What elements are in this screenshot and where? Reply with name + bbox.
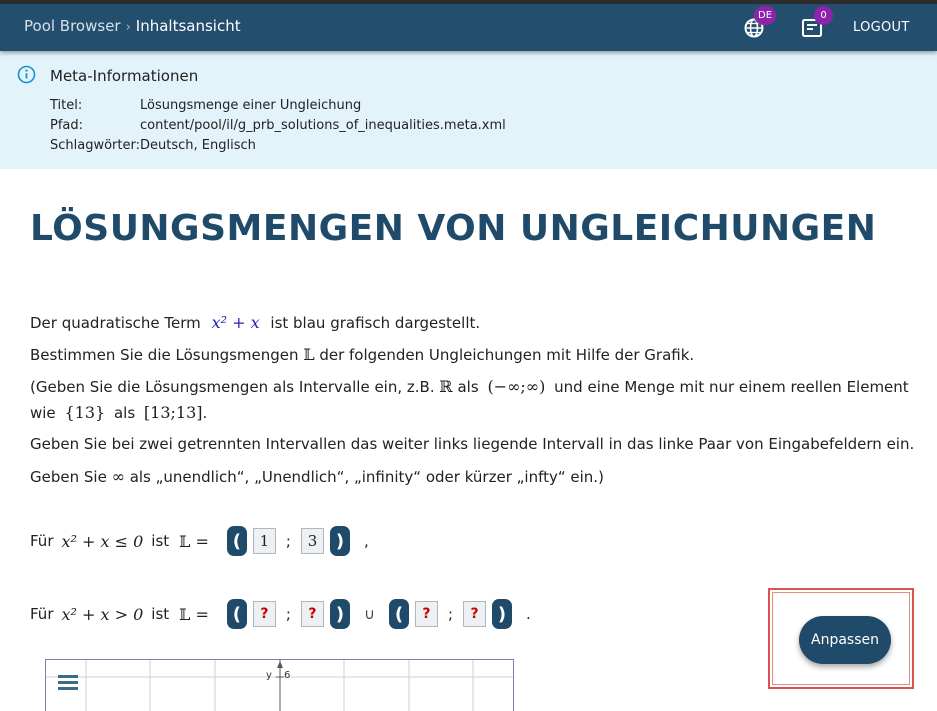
interval2-upper-input[interactable]: ?	[463, 601, 487, 627]
math-interval: (−∞;∞)	[487, 377, 546, 396]
text: ist	[151, 532, 170, 550]
text: .	[202, 404, 208, 422]
interval1-upper-input[interactable]: ?	[300, 601, 324, 627]
math-int13: [13;13]	[143, 403, 203, 422]
math-inequality: x² + x ≤ 0	[61, 531, 144, 551]
math-term: x² + x	[211, 313, 260, 332]
meta-value: content/pool/il/g_prb_solutions_of_inequ…	[140, 118, 506, 133]
page-title: LÖSUNGSMENGEN VON UNGLEICHUNGEN	[30, 208, 877, 249]
math-R: ℝ	[439, 377, 453, 396]
meta-key: Pfad:	[50, 118, 84, 133]
math-inequality: x² + x > 0	[61, 604, 144, 624]
adjust-button[interactable]: Anpassen	[799, 616, 891, 664]
instruction-line-4: wie {13} als [13;13].	[30, 403, 207, 422]
union-symbol: ∪	[363, 605, 375, 623]
instruction-line-5: Geben Sie bei zwei getrennten Intervalle…	[30, 435, 915, 453]
text: ist blau grafisch dargestellt.	[270, 314, 481, 332]
meta-key: Titel:	[50, 98, 83, 113]
logout-button[interactable]: LOGOUT	[853, 20, 910, 35]
text: Der quadratische Term	[30, 314, 201, 332]
instruction-line-6: Geben Sie ∞ als „unendlich“, „Unendlich“…	[30, 467, 604, 486]
text: Geben Sie	[30, 468, 107, 486]
text: Für	[30, 532, 54, 550]
function-graph[interactable]: y 6	[45, 659, 514, 711]
hamburger-icon[interactable]	[58, 675, 78, 691]
text: (Geben Sie die Lösungsmengen als Interva…	[30, 378, 435, 396]
text: als	[457, 378, 479, 396]
text: ,	[363, 532, 369, 550]
text: als „unendlich“, „Unendlich“, „infinity“…	[129, 468, 604, 486]
meta-title: Meta-Informationen	[50, 67, 199, 85]
graph-grid	[46, 660, 513, 711]
separator: ;	[285, 532, 291, 550]
interval-upper-input[interactable]: 3	[300, 528, 324, 554]
breadcrumb: Pool Browser › Inhaltsansicht	[24, 17, 241, 35]
interval1-lower-input[interactable]: ?	[252, 601, 276, 627]
separator: ;	[285, 605, 291, 623]
math-infinity: ∞	[111, 467, 125, 486]
math-L: 𝕃	[303, 345, 315, 364]
close-paren-button[interactable]: )	[329, 526, 350, 556]
y-tick-label: 6	[284, 670, 291, 681]
interval2-lower-input[interactable]: ?	[414, 601, 438, 627]
meta-value: Deutsch, Englisch	[140, 138, 256, 153]
meta-row-path: Pfad: content/pool/il/g_prb_solutions_of_…	[50, 118, 506, 133]
open-paren-button[interactable]: (	[388, 599, 409, 629]
text: wie	[30, 404, 56, 422]
instruction-line-2: Bestimmen Sie die Lösungsmengen 𝕃 der fo…	[30, 345, 694, 364]
math-L-equals: 𝕃 =	[179, 531, 209, 551]
separator: ;	[447, 605, 454, 623]
text: der folgenden Ungleichungen mit Hilfe de…	[319, 346, 695, 364]
equation-2: Für x² + x > 0 ist 𝕃 = ( ? ; ? ) ∪ ( ? ;…	[30, 597, 531, 631]
text: Für	[30, 605, 54, 623]
notifications-badge: 0	[814, 6, 833, 25]
instruction-line-3: (Geben Sie die Lösungsmengen als Interva…	[30, 377, 909, 396]
math-set13: {13}	[64, 403, 106, 422]
text: als	[113, 404, 136, 422]
open-paren-button[interactable]: (	[226, 599, 247, 629]
meta-value: Lösungsmenge einer Ungleichung	[140, 98, 362, 113]
text: Bestimmen Sie die Lösungsmengen	[30, 346, 299, 364]
info-circle-icon	[17, 65, 36, 84]
text: ist	[151, 605, 170, 623]
breadcrumb-separator: ›	[125, 20, 131, 35]
breadcrumb-pool-browser-link[interactable]: Pool Browser	[24, 17, 121, 35]
instruction-line-1: Der quadratische Term x² + x ist blau gr…	[30, 313, 480, 332]
open-paren-button[interactable]: (	[226, 526, 247, 556]
meta-row-keywords: Schlagwörter:Deutsch, Englisch	[50, 138, 256, 153]
y-axis-label: y	[266, 670, 272, 681]
meta-info-panel: Meta-Informationen Titel: Lösungsmenge ei…	[0, 51, 937, 169]
equation-1: Für x² + x ≤ 0 ist 𝕃 = ( 1 ; 3 ) ,	[30, 524, 369, 558]
text: .	[526, 605, 531, 623]
close-paren-button[interactable]: )	[329, 599, 350, 629]
math-L-equals: 𝕃 =	[179, 604, 209, 624]
app-header: Pool Browser › Inhaltsansicht DE 0 LOGOUT	[0, 4, 937, 51]
meta-key: Schlagwörter:	[50, 138, 140, 153]
breadcrumb-current: Inhaltsansicht	[135, 17, 241, 35]
meta-row-title: Titel: Lösungsmenge einer Ungleichung	[50, 98, 361, 113]
text: und eine Menge mit nur einem reellen Ele…	[554, 378, 909, 396]
interval-lower-input[interactable]: 1	[252, 528, 276, 554]
close-paren-button[interactable]: )	[492, 599, 513, 629]
language-badge: DE	[754, 6, 777, 25]
